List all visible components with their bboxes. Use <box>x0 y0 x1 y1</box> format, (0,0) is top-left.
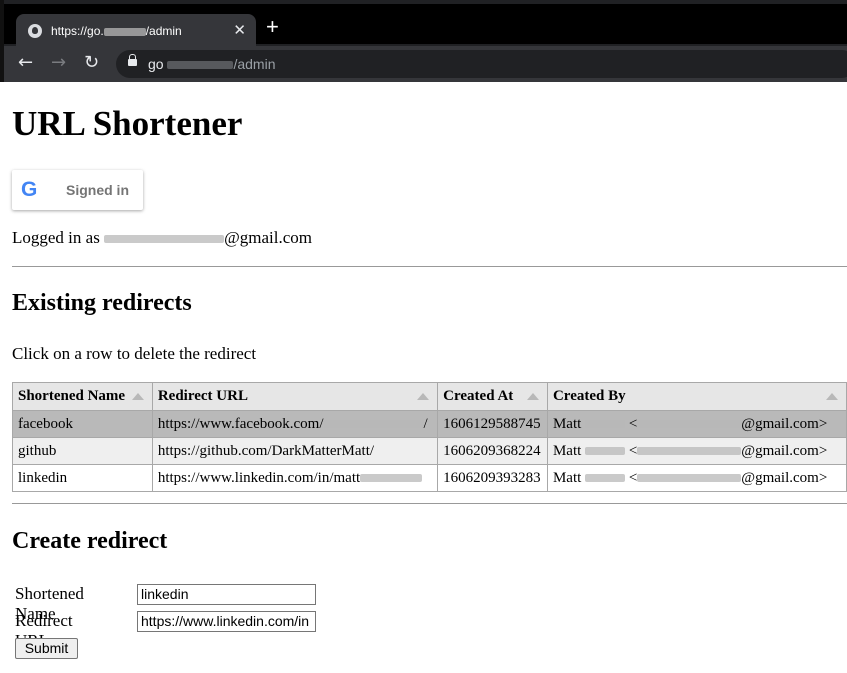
redacted-blur <box>323 420 424 429</box>
browser-tab[interactable]: https://go./admin ✕ <box>16 14 256 50</box>
signin-label: Signed in <box>66 182 129 198</box>
cell-created-at: 1606209368224 <box>437 437 548 465</box>
submit-button[interactable]: Submit <box>15 638 78 659</box>
sort-arrow-icon <box>417 393 430 400</box>
redacted-blur <box>585 420 626 429</box>
lock-icon[interactable] <box>128 54 137 66</box>
table-row[interactable]: github https://github.com/DarkMatterMatt… <box>12 437 847 465</box>
cell-shortened-name: facebook <box>12 410 153 438</box>
cell-shortened-name: github <box>12 437 153 465</box>
cell-redirect-url: https://github.com/DarkMatterMatt/ <box>151 437 439 465</box>
table-row[interactable]: facebook https://www.facebook.com// 1606… <box>12 410 847 438</box>
cell-created-at: 1606129588745 <box>437 410 548 438</box>
google-signin-button[interactable]: G Signed in <box>12 170 143 210</box>
redacted-blur <box>360 474 423 483</box>
shortened-name-input[interactable]: linkedin <box>137 584 316 605</box>
tab-title: https://go./admin <box>51 24 182 38</box>
column-header-created-by[interactable]: Created By <box>546 382 847 411</box>
instructions-text: Click on a row to delete the redirect <box>12 344 257 363</box>
create-redirect-heading: Create redirect <box>12 528 168 554</box>
column-header-redirect-url[interactable]: Redirect URL <box>151 382 439 411</box>
sort-arrow-icon <box>526 393 539 400</box>
column-header-created-at[interactable]: Created At <box>437 382 548 411</box>
divider <box>12 503 847 504</box>
browser-chrome: https://go./admin ✕ + ← → ↻ go /admin <box>0 0 847 82</box>
redacted-blur <box>637 447 742 456</box>
reload-icon[interactable]: ↻ <box>84 54 99 72</box>
page-title: URL Shortener <box>12 104 243 143</box>
redirects-table: Shortened Name Redirect URL Created At C… <box>12 382 847 492</box>
browser-toolbar: ← → ↻ go /admin <box>4 46 847 82</box>
table-row[interactable]: linkedin https://www.linkedin.com/in/mat… <box>12 464 847 492</box>
cell-redirect-url: https://www.facebook.com// <box>151 410 439 438</box>
redacted-blur <box>104 235 225 244</box>
divider <box>12 266 847 267</box>
address-bar[interactable]: go /admin <box>116 50 847 78</box>
redacted-blur <box>585 447 626 456</box>
cell-created-by: Matt < @gmail.com> <box>546 410 847 438</box>
url-text: go /admin <box>148 56 276 72</box>
close-icon[interactable]: ✕ <box>233 21 246 39</box>
cell-created-by: Matt < @gmail.com> <box>546 437 847 465</box>
existing-redirects-heading: Existing redirects <box>12 290 192 316</box>
tab-strip: https://go./admin ✕ + <box>4 4 847 50</box>
column-header-shortened-name[interactable]: Shortened Name <box>12 382 153 411</box>
cell-created-at: 1606209393283 <box>437 464 548 492</box>
sort-arrow-icon <box>826 393 838 400</box>
sort-arrow-icon <box>131 393 144 400</box>
redacted-blur <box>167 61 234 70</box>
google-logo-icon: G <box>21 178 38 201</box>
table-header-row: Shortened Name Redirect URL Created At C… <box>12 382 847 411</box>
cell-shortened-name: linkedin <box>12 464 153 492</box>
forward-arrow-icon[interactable]: → <box>51 54 66 72</box>
redacted-blur <box>637 420 742 429</box>
logged-in-text: Logged in as @gmail.com <box>12 228 312 247</box>
redacted-blur <box>637 474 742 483</box>
redacted-blur <box>585 474 626 483</box>
redirect-url-input[interactable]: https://www.linkedin.com/in <box>137 611 316 632</box>
new-tab-button[interactable]: + <box>266 16 279 38</box>
globe-icon <box>28 24 42 38</box>
cell-created-by: Matt < @gmail.com> <box>546 464 847 492</box>
cell-redirect-url: https://www.linkedin.com/in/matt <box>151 464 439 492</box>
redacted-blur <box>103 27 146 36</box>
back-arrow-icon[interactable]: ← <box>18 54 33 72</box>
